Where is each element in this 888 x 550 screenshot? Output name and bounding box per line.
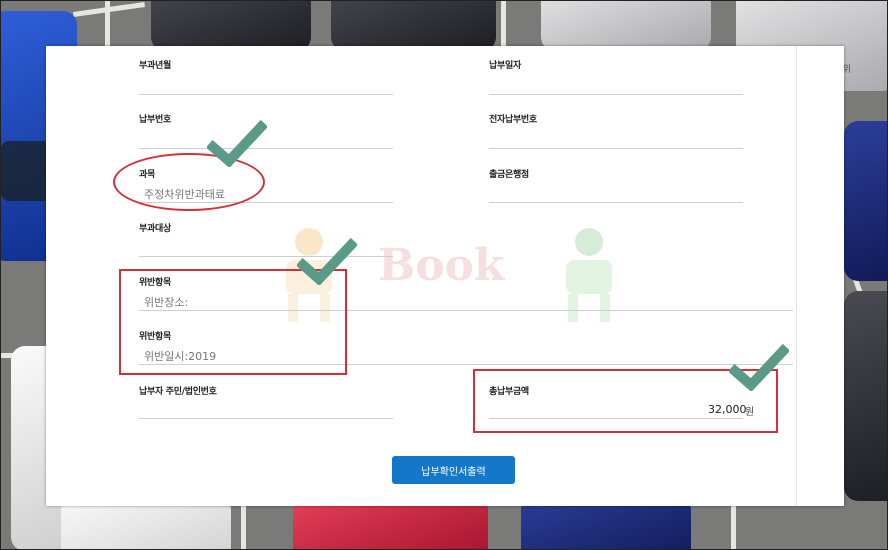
field-underline [489, 94, 743, 95]
checkmark-icon [729, 343, 789, 391]
car [331, 1, 496, 51]
field-underline [489, 148, 743, 149]
checkmark-icon [207, 119, 267, 167]
field-label-electronic-payment-number: 전자납부번호 [489, 115, 537, 125]
car [151, 1, 311, 51]
parking-line [105, 1, 110, 49]
watermark-figure-icon [566, 228, 612, 322]
car [541, 1, 711, 51]
watermark-text: Book [378, 240, 505, 291]
print-confirmation-button[interactable]: 납부확인서출력 [392, 456, 515, 484]
field-underline [489, 202, 743, 203]
panel-divider [796, 46, 797, 506]
parking-line [731, 506, 736, 549]
field-label-payment-number: 납부번호 [139, 115, 171, 125]
car [844, 291, 887, 501]
field-label-target: 부과대상 [139, 224, 171, 234]
checkmark-icon [297, 237, 357, 285]
field-label-billing-month: 부과년월 [139, 61, 171, 71]
field-label-payment-date: 납부일자 [489, 61, 521, 71]
screenshot-frame: 0 · 위 0 Book 부과년월 납부번호 과목 주정차위반과태료 부과대상 [0, 0, 888, 550]
car [844, 121, 887, 281]
parking-line [501, 1, 506, 49]
field-underline [139, 418, 393, 419]
field-underline [139, 94, 393, 95]
field-label-withdrawal-bank: 출금은행점 [489, 170, 529, 180]
parking-line [241, 506, 246, 549]
field-label-payer-id: 납부자 주민/법인번호 [139, 387, 217, 397]
